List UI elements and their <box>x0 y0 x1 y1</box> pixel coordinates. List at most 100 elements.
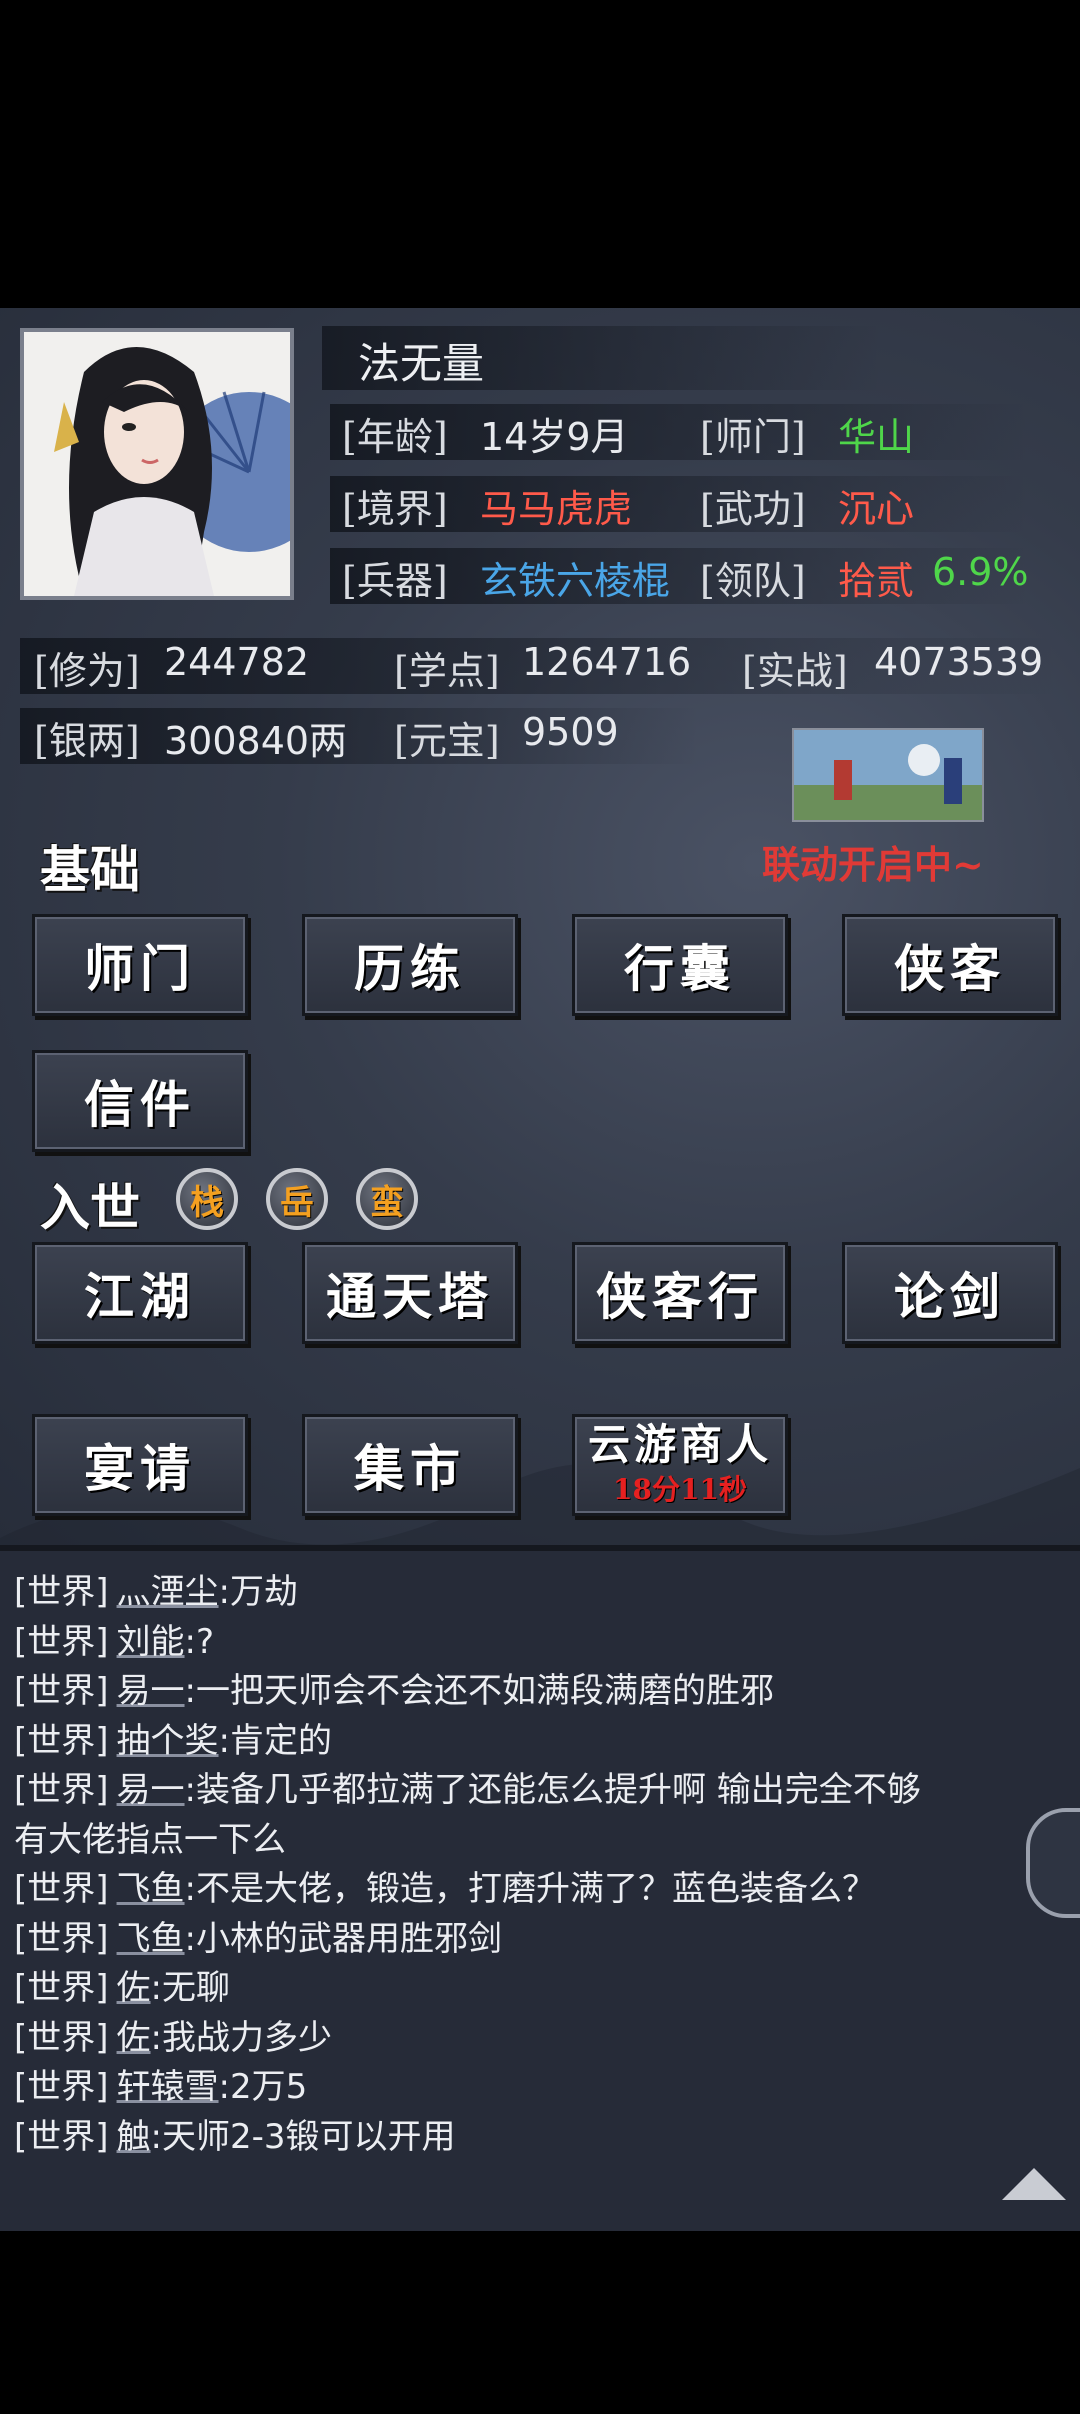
jianghu-button[interactable]: 江湖 <box>32 1242 248 1344</box>
cultivation-value: 244782 <box>164 640 310 684</box>
heroes-button-label: 侠客 <box>894 939 1006 998</box>
sect-value: 华山 <box>838 415 915 459</box>
skill-value[interactable]: 沉心 <box>838 478 914 533</box>
sect-button-label: 师门 <box>84 939 196 998</box>
chat-channel: [世界] <box>14 1770 109 1810</box>
yue-badge[interactable]: 岳 <box>266 1168 328 1230</box>
heroes-button[interactable]: 侠客 <box>842 914 1058 1016</box>
chat-channel: [世界] <box>14 1671 109 1711</box>
jianghu-button-label: 江湖 <box>84 1267 196 1326</box>
yuanbao-label: [元宝] <box>394 719 500 763</box>
chat-message: 有大佬指点一下么 <box>14 1812 286 1861</box>
event-banner[interactable] <box>792 728 984 822</box>
sect-label: [师门] <box>700 415 806 459</box>
chat-channel: [世界] <box>14 1918 109 1959</box>
chat-text: :万劫 <box>218 1572 298 1612</box>
mail-button-label: 信件 <box>84 1075 196 1134</box>
duel-button[interactable]: 论剑 <box>842 1242 1058 1344</box>
duel-button-label: 论剑 <box>894 1267 1006 1326</box>
weapon-value[interactable]: 玄铁六棱棍 <box>480 550 670 605</box>
man-badge[interactable]: 蛮 <box>356 1168 418 1230</box>
weapon-label: [兵器] <box>342 559 448 603</box>
bag-button[interactable]: 行囊 <box>572 914 788 1016</box>
tower-button-label: 通天塔 <box>326 1267 494 1326</box>
chat-message: [世界] 易一:装备几乎都拉满了还能怎么提升啊 输出完全不够 <box>14 1762 921 1811</box>
chat-channel: [世界] <box>14 1869 109 1909</box>
chat-text: :不是大佬，锻造，打磨升满了？蓝色装备么？ <box>184 1869 876 1909</box>
chat-message: [世界] 轩辕雪:2万5 <box>14 2059 307 2108</box>
banquet-button-label: 宴请 <box>84 1439 196 1498</box>
chat-text: :一把天师会不会还不如满段满磨的胜邪 <box>184 1671 774 1711</box>
chat-message: [世界] 佐:我战力多少 <box>14 2010 332 2059</box>
chat-username[interactable]: 佐 <box>117 1968 151 2008</box>
realm-value: 马马虎虎 <box>480 487 633 531</box>
hero-journey-button-label: 侠客行 <box>596 1267 764 1326</box>
learn-label: [学点] <box>394 649 500 693</box>
chat-username[interactable]: 灬湮尘 <box>117 1572 219 1612</box>
banquet-button[interactable]: 宴请 <box>32 1414 248 1516</box>
chat-message: [世界] 抽个奖:肯定的 <box>14 1713 332 1762</box>
event-status[interactable]: 联动开启中~ <box>762 834 984 889</box>
cultivation-label: [修为] <box>34 649 140 693</box>
chat-channel: [世界] <box>14 1572 109 1612</box>
chat-username[interactable]: 飞鱼 <box>117 1869 185 1909</box>
team-label: [领队] <box>700 559 806 603</box>
realm-label: [境界] <box>342 487 448 531</box>
chat-text: :2万5 <box>218 2067 308 2107</box>
chat-channel: [世界] <box>14 1968 109 2008</box>
age-label: [年龄] <box>342 415 448 459</box>
learn-value: 1264716 <box>522 640 692 684</box>
chat-channel: [世界] <box>14 1720 109 1761</box>
chat-username[interactable]: 飞鱼 <box>117 1919 185 1959</box>
team-value[interactable]: 拾贰 <box>838 550 914 605</box>
training-button[interactable]: 历练 <box>302 914 518 1016</box>
chat-message: [世界] 触:天师2-3锻可以开用 <box>14 2109 456 2158</box>
training-button-label: 历练 <box>354 939 466 998</box>
chat-channel: [世界] <box>14 2067 109 2107</box>
chat-channel: [世界] <box>14 2116 109 2157</box>
chat-username[interactable]: 触 <box>117 2117 151 2157</box>
yuanbao-value: 9509 <box>522 710 619 754</box>
silver-value: 300840两 <box>164 719 348 763</box>
merchant-timer: 18分11秒 <box>613 1473 747 1506</box>
chat-text: :无聊 <box>150 1968 230 2008</box>
chat-username[interactable]: 佐 <box>117 2018 151 2058</box>
chat-channel: [世界] <box>14 2017 109 2058</box>
merchant-button-label: 云游商人 <box>587 1420 772 1469</box>
player-name: 法无量 <box>358 339 485 388</box>
chat-text: :小林的武器用胜邪剑 <box>184 1918 502 1959</box>
bag-button-label: 行囊 <box>624 939 736 998</box>
hero-journey-button[interactable]: 侠客行 <box>572 1242 788 1344</box>
chat-text: :天师2-3锻可以开用 <box>150 2116 456 2157</box>
chat-username[interactable]: 抽个奖 <box>117 1721 219 1761</box>
combat-label: [实战] <box>742 649 848 693</box>
tower-button[interactable]: 通天塔 <box>302 1242 518 1344</box>
chat-text: 有大佬指点一下么 <box>14 1819 286 1860</box>
sect-button[interactable]: 师门 <box>32 914 248 1016</box>
section-world-title: 入世 <box>40 1178 140 1237</box>
market-button[interactable]: 集市 <box>302 1414 518 1516</box>
chat-text: :我战力多少 <box>150 2017 332 2058</box>
merchant-button[interactable]: 云游商人 18分11秒 <box>572 1414 788 1516</box>
chat-message: [世界] 刘能:? <box>14 1614 214 1663</box>
chat-username[interactable]: 轩辕雪 <box>117 2067 219 2107</box>
chat-username[interactable]: 刘能 <box>117 1622 185 1662</box>
chat-username[interactable]: 易一 <box>117 1671 185 1711</box>
player-avatar[interactable] <box>20 328 294 600</box>
chat-message: [世界] 灬湮尘:万劫 <box>14 1564 298 1613</box>
chat-text: :? <box>184 1621 215 1662</box>
silver-label: [银两] <box>34 719 140 763</box>
section-basic-title: 基础 <box>40 840 140 899</box>
scroll-up-icon[interactable] <box>1002 2168 1066 2200</box>
chat-message: [世界] 佐:无聊 <box>14 1960 230 2009</box>
mail-button[interactable]: 信件 <box>32 1050 248 1152</box>
chat-message: [世界] 易一:一把天师会不会还不如满段满磨的胜邪 <box>14 1663 774 1712</box>
combat-value: 4073539 <box>874 640 1044 684</box>
chat-channel: [世界] <box>14 1621 109 1662</box>
team-percent: 6.9% <box>932 550 1029 594</box>
chat-message: [世界] 飞鱼:小林的武器用胜邪剑 <box>14 1911 502 1960</box>
inn-badge[interactable]: 栈 <box>176 1168 238 1230</box>
chat-username[interactable]: 易一 <box>117 1770 185 1810</box>
book-icon[interactable] <box>1026 1808 1080 1918</box>
chat-text: :肯定的 <box>218 1720 332 1761</box>
